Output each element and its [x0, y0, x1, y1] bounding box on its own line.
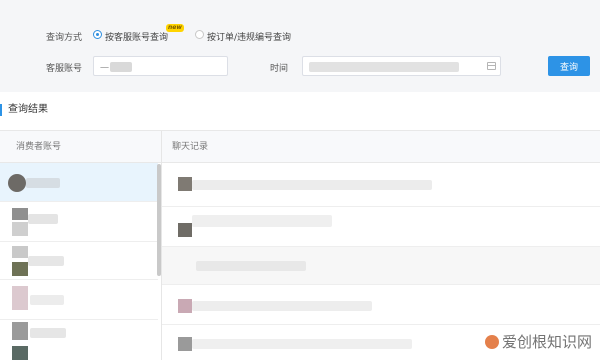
radio-by-account-label[interactable]: 按客服账号查询 — [105, 30, 168, 43]
consumer-row[interactable] — [0, 320, 158, 360]
avatar — [8, 174, 26, 192]
redacted-name — [28, 256, 64, 266]
avatar — [12, 286, 28, 310]
redacted-name — [30, 295, 64, 305]
account-select[interactable]: 一 — [93, 56, 316, 76]
redacted-message — [192, 180, 432, 190]
query-button[interactable]: 查询 — [548, 56, 590, 76]
watermark-text: 爱创根知识网 — [501, 333, 592, 351]
avatar — [12, 346, 28, 360]
chat-row[interactable] — [162, 163, 600, 207]
consumer-row[interactable] — [0, 242, 158, 280]
time-label: 时间 — [270, 64, 289, 74]
consumer-row[interactable] — [0, 280, 158, 320]
scrollbar[interactable] — [157, 164, 161, 276]
consumer-row[interactable] — [0, 163, 158, 202]
col-header-consumer: 消费者账号 — [0, 131, 161, 163]
redacted-message — [192, 301, 372, 311]
watermark: 爱创根知识网 — [484, 331, 592, 352]
redacted-message — [192, 215, 332, 227]
calendar-icon — [487, 62, 496, 70]
query-mode-label: 查询方式 — [46, 33, 83, 43]
avatar — [178, 337, 192, 351]
col-header-chat: 聊天记录 — [162, 131, 600, 163]
account-label: 客服账号 — [46, 64, 83, 74]
results-title: 查询结果 — [0, 104, 48, 116]
radio-by-order-label[interactable]: 按订单/违规编号查询 — [207, 30, 291, 43]
redacted-message — [192, 339, 412, 349]
avatar — [12, 208, 28, 220]
consumer-row[interactable] — [0, 202, 158, 242]
redacted-name — [30, 328, 66, 338]
new-badge: new — [166, 24, 184, 32]
avatar — [12, 322, 28, 340]
radio-by-account[interactable] — [93, 30, 102, 39]
time-range-picker[interactable] — [302, 56, 501, 76]
watermark-logo-icon — [484, 335, 499, 349]
chat-row[interactable] — [162, 285, 600, 325]
avatar — [178, 299, 192, 313]
avatar — [178, 223, 192, 237]
redacted-account — [110, 62, 132, 72]
redacted-time — [309, 62, 459, 72]
avatar — [12, 246, 28, 258]
redacted-message — [196, 261, 306, 271]
results-table: 消费者账号 聊天记录 — [0, 130, 600, 360]
radio-by-order[interactable] — [195, 30, 204, 39]
chat-row[interactable] — [162, 207, 600, 247]
avatar — [12, 262, 28, 276]
redacted-name — [28, 214, 58, 224]
account-select-value: 一 — [100, 64, 110, 74]
avatar — [178, 177, 192, 191]
redacted-name — [26, 178, 60, 188]
chat-row[interactable] — [162, 247, 600, 285]
filter-panel: 查询方式 按客服账号查询 new 按订单/违规编号查询 客服账号 一 时间 查询 — [0, 0, 600, 92]
avatar — [12, 222, 28, 236]
